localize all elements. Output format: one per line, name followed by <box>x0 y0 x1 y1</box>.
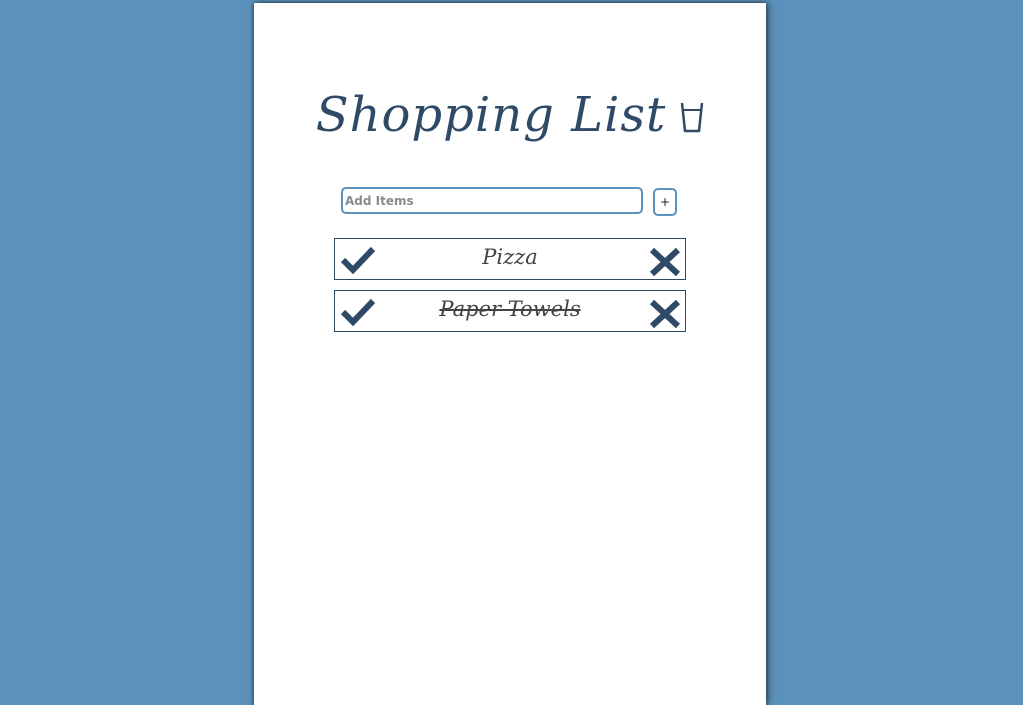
item-label: Pizza <box>482 245 538 269</box>
close-icon[interactable] <box>648 298 682 330</box>
check-icon[interactable] <box>340 245 376 275</box>
add-item-button[interactable]: + <box>653 188 677 216</box>
add-item-form: + <box>341 187 677 218</box>
list-item: Pizza <box>334 238 686 280</box>
close-icon[interactable] <box>648 246 682 278</box>
page-title: Shopping List <box>315 87 667 143</box>
item-label: Paper Towels <box>439 297 581 321</box>
header: Shopping List <box>254 77 766 153</box>
add-item-input[interactable] <box>341 187 643 214</box>
list-card: Shopping List + Pizza Paper Towels <box>254 3 766 705</box>
cup-icon <box>681 102 704 133</box>
list-item: Paper Towels <box>334 290 686 332</box>
check-icon[interactable] <box>340 297 376 327</box>
